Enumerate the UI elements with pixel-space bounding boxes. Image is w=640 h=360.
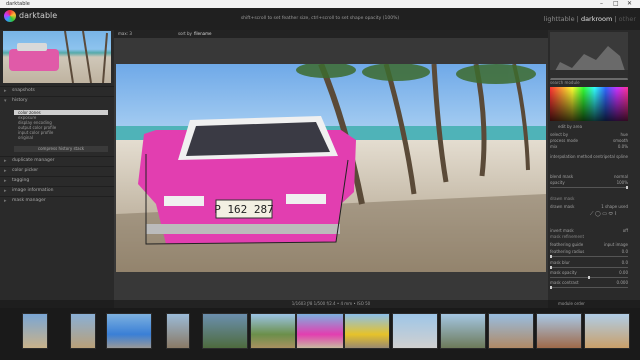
- module-group-tabs[interactable]: [550, 70, 628, 78]
- filmstrip-thumbnail[interactable]: [106, 313, 152, 349]
- feathering-guide-label: feathering guide: [550, 242, 584, 247]
- blend-mask-label: blend mask: [550, 174, 574, 179]
- mask-contrast-label: mask contrast: [550, 280, 579, 285]
- filmstrip-thumbnail-selected[interactable]: [296, 313, 344, 349]
- blend-mask-row[interactable]: blend mask normal: [550, 174, 628, 179]
- mask-contrast-row[interactable]: mask contrast 0.000: [550, 280, 628, 285]
- view-switcher: lighttable | darkroom | other: [544, 15, 636, 23]
- hint-text: shift+scroll to set feather size, ctrl+s…: [240, 16, 400, 21]
- mix-value[interactable]: 0.0%: [618, 144, 628, 149]
- interpolation-label: interpolation method: [550, 154, 593, 159]
- filmstrip-thumbnail[interactable]: [440, 313, 486, 349]
- feathering-guide-row[interactable]: feathering guide input image: [550, 242, 628, 247]
- filmstrip-thumbnail[interactable]: [392, 313, 438, 349]
- edit-by-area-toggle[interactable]: edit by area: [558, 124, 582, 129]
- sort-label: sort by: [178, 31, 192, 36]
- drawn-mask-label: drawn mask: [550, 204, 575, 209]
- blend-mask-value[interactable]: normal: [614, 174, 628, 179]
- feathering-radius-label: feathering radius: [550, 249, 585, 254]
- view-other[interactable]: other: [619, 15, 636, 23]
- view-separator: |: [614, 15, 617, 23]
- drawn-mask-header: drawn mask: [550, 196, 575, 201]
- max-label: max: 3: [118, 31, 132, 36]
- select-by-value[interactable]: hue: [620, 132, 628, 137]
- mask-opacity-value[interactable]: 0.00: [619, 270, 628, 275]
- mask-opacity-slider[interactable]: [550, 276, 628, 279]
- window-titlebar: darktable – □ ✕: [0, 0, 640, 8]
- app-name: darktable: [19, 11, 58, 20]
- navigation-thumbnail[interactable]: [3, 30, 111, 84]
- select-by-label: select by: [550, 132, 569, 137]
- filmstrip-thumbnail[interactable]: [70, 313, 96, 349]
- history-item[interactable]: original: [14, 135, 108, 140]
- color-zones-graph[interactable]: [550, 87, 628, 121]
- feathering-radius-value[interactable]: 0.0: [622, 249, 628, 254]
- process-mode-label: process mode: [550, 138, 578, 143]
- duplicate-manager-section[interactable]: duplicate manager: [0, 156, 114, 165]
- feathering-radius-slider[interactable]: [550, 255, 628, 258]
- feathering-radius-row[interactable]: feathering radius 0.0: [550, 249, 628, 254]
- interpolation-value[interactable]: centripetal spline: [593, 154, 628, 159]
- history-section[interactable]: history: [0, 96, 114, 105]
- image-information-section[interactable]: image information: [0, 186, 114, 195]
- main-photo[interactable]: P 162 287: [116, 64, 546, 272]
- mix-row[interactable]: mix 0.0%: [550, 144, 628, 149]
- mask-blur-label: mask blur: [550, 260, 570, 265]
- invert-mask-row[interactable]: invert mask off: [550, 228, 628, 233]
- image-info-bar: 1/1603 ƒ/8 1/500 f/2.4 • 4 mm • ISO 50: [114, 300, 548, 308]
- process-mode-value[interactable]: smooth: [613, 138, 628, 143]
- snapshots-section[interactable]: snapshots: [0, 86, 114, 95]
- opacity-value[interactable]: 100%: [617, 180, 628, 185]
- filmstrip-thumbnail[interactable]: [22, 313, 48, 349]
- mask-manager-section[interactable]: mask manager: [0, 196, 114, 205]
- mask-blur-row[interactable]: mask blur 0.0: [550, 260, 628, 265]
- view-lighttable[interactable]: lighttable: [544, 15, 575, 23]
- darktable-logo-icon: [4, 10, 16, 22]
- maximize-button[interactable]: □: [613, 0, 619, 8]
- opacity-label: opacity: [550, 180, 565, 185]
- drawn-mask-row[interactable]: drawn mask 1 shape used: [550, 204, 628, 209]
- process-mode-row[interactable]: process mode smooth: [550, 138, 628, 143]
- license-plate: P 162 287: [214, 203, 274, 216]
- minimize-button[interactable]: –: [600, 0, 603, 8]
- invert-mask-label: invert mask: [550, 228, 574, 233]
- tagging-section[interactable]: tagging: [0, 176, 114, 185]
- filmstrip-thumbnail[interactable]: [536, 313, 582, 349]
- mask-refinement-header: mask refinement: [550, 234, 585, 239]
- mask-blur-slider[interactable]: [550, 266, 628, 269]
- sort-dropdown[interactable]: filename: [194, 30, 211, 38]
- module-order-label[interactable]: module order: [558, 301, 585, 306]
- mask-shape-icons[interactable]: ⟋ ◯ ▭ ⬭ ⌇: [590, 211, 628, 217]
- window-title: darktable: [6, 1, 30, 7]
- filmstrip-thumbnail[interactable]: [488, 313, 534, 349]
- mask-opacity-label: mask opacity: [550, 270, 577, 275]
- color-picker-section[interactable]: color picker: [0, 166, 114, 175]
- mask-opacity-row[interactable]: mask opacity 0.00: [550, 270, 628, 275]
- close-button[interactable]: ✕: [627, 0, 632, 8]
- filmstrip-thumbnail[interactable]: [202, 313, 248, 349]
- view-separator: |: [576, 15, 579, 23]
- module-search[interactable]: search module: [550, 80, 580, 85]
- drawn-mask-value[interactable]: 1 shape used: [601, 204, 628, 209]
- filmstrip-thumbnail[interactable]: [166, 313, 190, 349]
- mask-contrast-value[interactable]: 0.000: [617, 280, 628, 285]
- feathering-guide-value[interactable]: input image: [604, 242, 628, 247]
- compress-history-button[interactable]: compress history stack: [14, 146, 108, 152]
- history-list: color zones exposure display encoding ou…: [14, 110, 108, 140]
- thumbnail-image: [9, 30, 108, 84]
- mask-contrast-slider[interactable]: [550, 286, 628, 289]
- filmstrip-thumbnail[interactable]: [344, 313, 390, 349]
- view-darkroom[interactable]: darkroom: [581, 15, 612, 23]
- mask-blur-value[interactable]: 0.0: [622, 260, 628, 265]
- opacity-row[interactable]: opacity 100%: [550, 180, 628, 185]
- photo-image: P 162 287: [116, 64, 546, 272]
- select-by-row[interactable]: select by hue: [550, 132, 628, 137]
- center-top-toolbar: max: 3 sort by filename: [114, 30, 548, 38]
- interpolation-row[interactable]: interpolation method centripetal spline: [550, 154, 628, 159]
- mix-label: mix: [550, 144, 558, 149]
- filmstrip-thumbnail[interactable]: [250, 313, 296, 349]
- opacity-slider[interactable]: [550, 186, 628, 189]
- invert-mask-value[interactable]: off: [623, 228, 628, 233]
- filmstrip-thumbnail[interactable]: [584, 313, 630, 349]
